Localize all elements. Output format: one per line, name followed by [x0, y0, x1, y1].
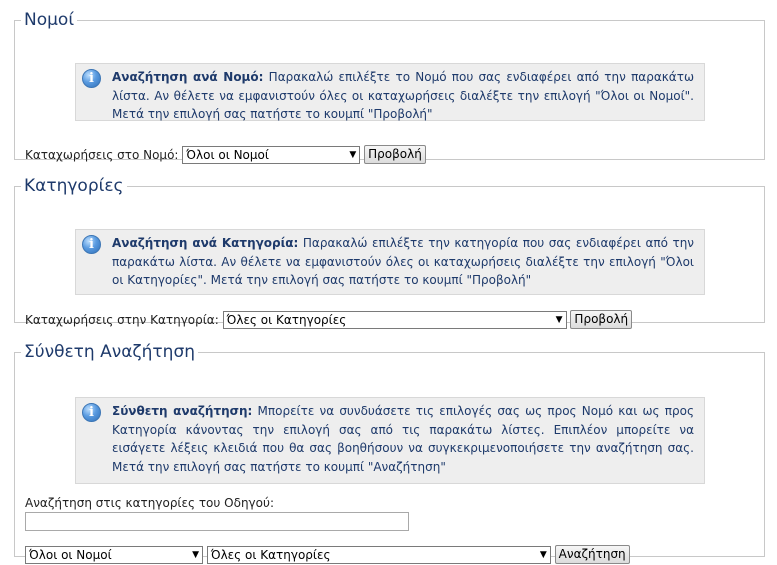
- info-box: i Σύνθετη αναζήτηση: Μπορείτε να συνδυάσ…: [75, 397, 705, 484]
- info-icon: i: [82, 69, 101, 88]
- info-heading: Αναζήτηση ανά Κατηγορία:: [112, 236, 299, 250]
- search-input[interactable]: [25, 512, 409, 531]
- search-label: Αναζήτηση στις κατηγορίες του Οδηγού:: [25, 496, 274, 510]
- info-box: i Αναζήτηση ανά Κατηγορία: Παρακαλώ επιλ…: [75, 229, 705, 295]
- kathgoria-select[interactable]: Όλες οι Κατηγορίες ▼: [206, 545, 551, 564]
- combined-filter-row: Όλοι οι Νομοί ▼ Όλες οι Κατηγορίες ▼ Ανα…: [25, 545, 630, 564]
- chevron-down-icon: ▼: [349, 149, 357, 160]
- view-button[interactable]: Προβολή: [364, 145, 426, 164]
- chevron-down-icon: ▼: [192, 549, 199, 560]
- view-button[interactable]: Προβολή: [570, 310, 633, 329]
- nomos-select[interactable]: Όλοι οι Νομοί ▼: [182, 145, 361, 164]
- kathgoria-select-value: Όλες οι Κατηγορίες: [210, 547, 331, 562]
- section-nomoi: Νομοί i Αναζήτηση ανά Νομό: Παρακαλώ επι…: [14, 10, 765, 164]
- kathgoria-filter-row: Καταχωρήσεις στην Κατηγορία: Όλες οι Κατ…: [25, 310, 633, 329]
- nomos-select-value: Όλοι οι Νομοί: [186, 147, 269, 162]
- info-icon: i: [82, 403, 101, 422]
- section-kathgories: Κατηγορίες i Αναζήτηση ανά Κατηγορία: Πα…: [14, 176, 765, 329]
- info-heading: Αναζήτηση ανά Νομό:: [112, 70, 264, 84]
- info-icon: i: [82, 235, 101, 254]
- info-heading: Σύνθετη αναζήτηση:: [112, 404, 253, 418]
- kathgoria-select[interactable]: Όλες οι Κατηγορίες ▼: [222, 310, 567, 329]
- search-button[interactable]: Αναζήτηση: [554, 545, 630, 564]
- section-syntheti: Σύνθετη Αναζήτηση i Σύνθετη αναζήτηση: Μ…: [14, 342, 765, 564]
- chevron-down-icon: ▼: [555, 314, 563, 325]
- kathgoria-label: Καταχωρήσεις στην Κατηγορία:: [25, 312, 219, 327]
- nomos-select[interactable]: Όλοι οι Νομοί ▼: [25, 545, 203, 564]
- section-title: Σύνθετη Αναζήτηση: [24, 342, 195, 362]
- chevron-down-icon: ▼: [539, 549, 547, 560]
- nomos-label: Καταχωρήσεις στο Νομό:: [25, 147, 179, 162]
- section-title: Νομοί: [24, 10, 75, 30]
- kathgoria-select-value: Όλες οι Κατηγορίες: [226, 312, 347, 327]
- nomos-select-value: Όλοι οι Νομοί: [29, 547, 112, 562]
- section-title: Κατηγορίες: [24, 176, 124, 196]
- nomos-filter-row: Καταχωρήσεις στο Νομό: Όλοι οι Νομοί ▼ Π…: [25, 145, 426, 164]
- info-box: i Αναζήτηση ανά Νομό: Παρακαλώ επιλέξτε …: [75, 63, 705, 121]
